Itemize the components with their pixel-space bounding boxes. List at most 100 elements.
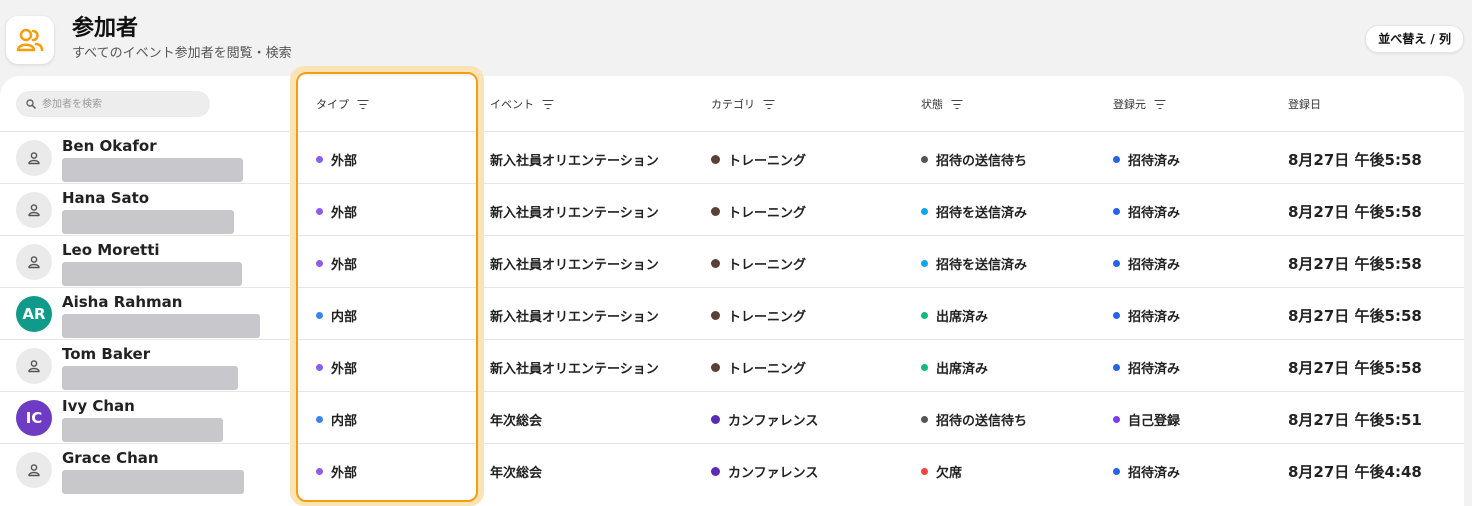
attendee-name: Aisha Rahman [62, 293, 183, 311]
category-dot-icon [711, 363, 720, 372]
type-cell: 外部 [316, 150, 357, 169]
attendee-name: Grace Chan [62, 449, 159, 467]
status-label: 招待を送信済み [936, 258, 1028, 273]
status-dot-icon [921, 416, 928, 423]
table-row[interactable]: Grace Chan 外部 年次総会 カンファレンス 欠席 招待済み 8月27日… [0, 444, 1464, 496]
table-row[interactable]: Leo Moretti 外部 新入社員オリエンテーション トレーニング 招待を送… [0, 236, 1464, 288]
avatar [16, 140, 52, 176]
status-label: 欠席 [936, 466, 963, 481]
table-row[interactable]: Hana Sato 外部 新入社員オリエンテーション トレーニング 招待を送信済… [0, 184, 1464, 236]
category-cell: トレーニング [711, 202, 806, 221]
category-label: トレーニング [728, 310, 807, 325]
date-cell: 8月27日 午後5:58 [1288, 203, 1422, 221]
attendee-name: Tom Baker [62, 345, 151, 363]
page-title: 参加者 [72, 16, 139, 41]
status-dot-icon [921, 156, 928, 163]
attendee-name: Ben Okafor [62, 137, 157, 155]
filter-icon[interactable] [763, 99, 774, 109]
event-cell: 新入社員オリエンテーション [490, 154, 659, 169]
source-dot-icon [1113, 208, 1120, 215]
redacted-email [62, 262, 242, 286]
avatar [16, 244, 52, 280]
column-label: 状態 [921, 98, 943, 111]
type-cell: 外部 [316, 462, 357, 481]
category-cell: トレーニング [711, 306, 806, 325]
event-cell: 年次総会 [490, 466, 543, 481]
filter-icon[interactable] [357, 99, 368, 109]
table-row[interactable]: AR Aisha Rahman 内部 新入社員オリエンテーション トレーニング … [0, 288, 1464, 340]
type-dot-icon [316, 364, 323, 371]
avatar-initials: AR [16, 296, 52, 332]
filter-icon[interactable] [951, 99, 962, 109]
type-dot-icon [316, 208, 323, 215]
column-header-type[interactable]: タイプ [316, 96, 368, 112]
type-cell: 内部 [316, 306, 357, 325]
status-cell: 欠席 [921, 462, 962, 481]
status-cell: 出席済み [921, 358, 988, 377]
sort-columns-button[interactable]: 並べ替え / 列 [1365, 25, 1464, 53]
person-icon [28, 256, 40, 269]
type-label: 外部 [331, 466, 358, 481]
page-subtitle: すべてのイベント参加者を閲覧・検索 [72, 46, 292, 61]
column-header-source[interactable]: 登録元 [1113, 96, 1165, 112]
filter-icon[interactable] [1154, 99, 1165, 109]
status-dot-icon [921, 468, 928, 475]
redacted-email [62, 210, 234, 234]
status-label: 招待の送信待ち [936, 154, 1028, 169]
status-label: 出席済み [936, 362, 989, 377]
category-cell: トレーニング [711, 254, 806, 273]
table-row[interactable]: Tom Baker 外部 新入社員オリエンテーション トレーニング 出席済み 招… [0, 340, 1464, 392]
category-label: カンファレンス [728, 414, 819, 429]
person-icon [28, 360, 40, 373]
search-input[interactable] [40, 97, 204, 111]
users-icon [16, 28, 44, 52]
category-label: カンファレンス [728, 466, 819, 481]
source-label: 招待済み [1128, 362, 1181, 377]
event-cell: 年次総会 [490, 414, 543, 429]
category-dot-icon [711, 259, 720, 268]
source-cell: 自己登録 [1113, 410, 1180, 429]
redacted-email [62, 158, 243, 182]
category-cell: カンファレンス [711, 410, 818, 429]
source-cell: 招待済み [1113, 202, 1180, 221]
search-icon [26, 99, 36, 109]
status-label: 招待を送信済み [936, 206, 1028, 221]
table-row[interactable]: Ben Okafor 外部 新入社員オリエンテーション トレーニング 招待の送信… [0, 132, 1464, 184]
category-label: トレーニング [728, 362, 807, 377]
status-cell: 招待を送信済み [921, 254, 1027, 273]
column-header-event[interactable]: イベント [490, 96, 553, 112]
source-dot-icon [1113, 260, 1120, 267]
type-label: 外部 [331, 258, 358, 273]
source-label: 招待済み [1128, 466, 1181, 481]
type-cell: 内部 [316, 410, 357, 429]
type-dot-icon [316, 416, 323, 423]
column-header-date[interactable]: 登録日 [1288, 96, 1321, 112]
search-box[interactable] [16, 91, 210, 117]
status-label: 出席済み [936, 310, 989, 325]
table-row[interactable]: IC Ivy Chan 内部 年次総会 カンファレンス 招待の送信待ち 自己登録… [0, 392, 1464, 444]
type-label: 内部 [331, 310, 358, 325]
type-label: 外部 [331, 362, 358, 377]
source-cell: 招待済み [1113, 462, 1180, 481]
redacted-email [62, 314, 260, 338]
source-dot-icon [1113, 468, 1120, 475]
event-cell: 新入社員オリエンテーション [490, 258, 659, 273]
type-label: 外部 [331, 206, 358, 221]
source-dot-icon [1113, 364, 1120, 371]
source-dot-icon [1113, 156, 1120, 163]
column-label: カテゴリ [711, 98, 755, 111]
attendee-name: Ivy Chan [62, 397, 135, 415]
redacted-email [62, 366, 238, 390]
source-label: 招待済み [1128, 310, 1181, 325]
category-dot-icon [711, 155, 720, 164]
status-dot-icon [921, 208, 928, 215]
column-header-status[interactable]: 状態 [921, 96, 962, 112]
status-dot-icon [921, 364, 928, 371]
column-header-category[interactable]: カテゴリ [711, 96, 774, 112]
type-cell: 外部 [316, 358, 357, 377]
source-cell: 招待済み [1113, 358, 1180, 377]
filter-icon[interactable] [542, 99, 553, 109]
person-icon [28, 152, 40, 165]
avatar-initials: IC [16, 400, 52, 436]
date-cell: 8月27日 午後5:58 [1288, 307, 1422, 325]
